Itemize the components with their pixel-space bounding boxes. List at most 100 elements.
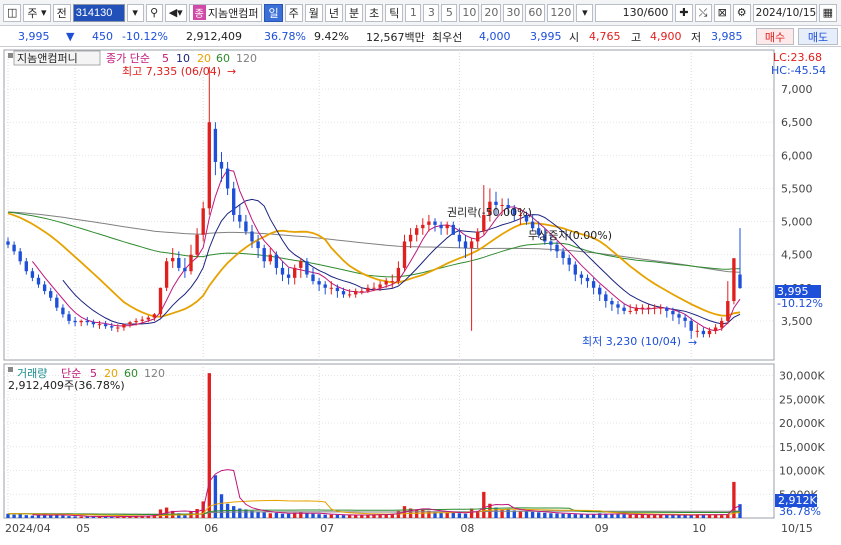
candle-body: [6, 241, 10, 245]
candle-body: [421, 224, 425, 229]
candle-body: [311, 274, 315, 282]
price-tick-label: 7,000: [781, 83, 813, 96]
tab-period-tick[interactable]: 틱: [385, 3, 404, 22]
tab-period-day[interactable]: 일: [264, 3, 283, 22]
interval-20[interactable]: 20: [481, 3, 502, 22]
candle-body: [561, 251, 565, 258]
candle-body: [390, 281, 394, 283]
candle-body: [347, 294, 352, 296]
volume-bar: [24, 515, 28, 518]
interval-60[interactable]: 60: [525, 3, 546, 22]
candle-body: [659, 307, 663, 309]
candle-body: [640, 307, 645, 309]
candle-body: [73, 320, 77, 323]
volume-legend-ma120: 120: [144, 367, 165, 380]
candle-body: [317, 281, 321, 285]
candle-body: [494, 201, 498, 205]
candle-body: [244, 221, 248, 232]
draw-tool-icon[interactable]: ⤯: [694, 3, 712, 22]
calendar-icon[interactable]: ▦: [818, 3, 838, 22]
volume-bar: [262, 512, 266, 518]
candle-body: [286, 274, 291, 278]
candle-body: [177, 257, 181, 268]
legend-ma5: 5: [162, 52, 169, 65]
reset-icon[interactable]: ⊠: [713, 3, 731, 22]
interval-30[interactable]: 30: [503, 3, 524, 22]
candle-body: [219, 161, 224, 169]
stock-code-input[interactable]: [72, 3, 125, 22]
candle-body: [707, 330, 712, 335]
candle-body: [134, 320, 138, 323]
interval-3[interactable]: 3: [423, 3, 440, 22]
trade-amount: 12,567백만: [366, 30, 425, 44]
tab-period-year[interactable]: 년: [324, 3, 343, 22]
ask-price: 3,995: [530, 30, 562, 43]
interval-5[interactable]: 5: [441, 3, 458, 22]
high-price: 4,900: [650, 30, 682, 43]
candle-body: [152, 314, 157, 318]
gear-icon[interactable]: ⚙: [732, 3, 751, 22]
candle-body: [55, 297, 59, 308]
volume-bar: [323, 514, 327, 518]
volume-bar: [457, 513, 462, 518]
volume-bar: [347, 515, 352, 518]
volume-bar: [579, 514, 584, 518]
volume-bar: [549, 513, 553, 518]
code-dropdown-icon[interactable]: ▾: [126, 3, 144, 22]
interval-1[interactable]: 1: [405, 3, 422, 22]
tab-period-minute[interactable]: 분: [344, 3, 364, 22]
tab-period-week[interactable]: 주: [284, 3, 303, 22]
x-tick-label: 08: [460, 522, 474, 535]
candle-body: [567, 257, 571, 265]
x-tick-label: 10: [692, 522, 706, 535]
panel-toggle-icon[interactable]: ◫: [3, 3, 22, 22]
crosshair-icon[interactable]: ✚: [675, 3, 693, 22]
date-input[interactable]: 2024/10/15: [752, 3, 817, 22]
data-count-input[interactable]: 130/600: [595, 3, 674, 22]
candle-body: [335, 287, 340, 292]
candle-body: [433, 221, 437, 225]
candle-body: [18, 251, 22, 262]
candle-body: [67, 314, 71, 321]
candle-body: [652, 307, 657, 309]
panel-handle-icon[interactable]: [8, 53, 13, 58]
buy-button[interactable]: 매수: [756, 28, 794, 45]
volume-bar: [622, 514, 626, 518]
stock-chart[interactable]: 7,0006,5006,0005,5005,0004,5004,0003,500…: [0, 48, 841, 542]
interval-120[interactable]: 120: [547, 3, 575, 22]
volume-bar: [616, 514, 620, 518]
tab-period-second[interactable]: 초: [365, 3, 384, 22]
candle-body: [85, 320, 89, 323]
candle-body: [299, 261, 303, 268]
volume-bar: [207, 373, 211, 518]
market-label: 주: [27, 6, 38, 20]
candle-body: [201, 208, 205, 235]
sound-icon[interactable]: ◀▾: [164, 3, 187, 22]
candle-body: [646, 307, 651, 309]
candle-body: [122, 324, 126, 328]
chart-area[interactable]: 7,0006,5006,0005,5005,0004,5004,0003,500…: [0, 48, 841, 542]
volume-panel-handle-icon[interactable]: [8, 367, 13, 372]
x-tick-label: 07: [320, 522, 334, 535]
volume-bar: [524, 511, 529, 518]
stock-badge: 종: [192, 5, 206, 20]
interval-dropdown-icon[interactable]: ▾: [576, 3, 594, 22]
priority-label: 최우선: [432, 30, 463, 44]
tab-period-month[interactable]: 월: [304, 3, 323, 22]
volume-bar: [652, 514, 657, 518]
prefix-button[interactable]: 전: [52, 3, 71, 22]
candle-body: [427, 221, 431, 225]
stock-name-box[interactable]: 종 지놈앤컴퍼: [188, 3, 263, 22]
market-select[interactable]: 주 ▾: [23, 3, 51, 22]
sell-button[interactable]: 매도: [798, 28, 838, 45]
volume-bar: [561, 513, 565, 518]
candle-body: [91, 322, 96, 325]
candle-body: [378, 284, 382, 288]
volume-tick-label: 10,000K: [779, 465, 825, 478]
legend-ma120: 120: [236, 52, 257, 65]
candle-body: [61, 307, 65, 315]
candle-body: [366, 287, 370, 292]
interval-10[interactable]: 10: [459, 3, 480, 22]
search-icon[interactable]: ⚲: [145, 3, 163, 22]
candle-body: [268, 254, 272, 262]
